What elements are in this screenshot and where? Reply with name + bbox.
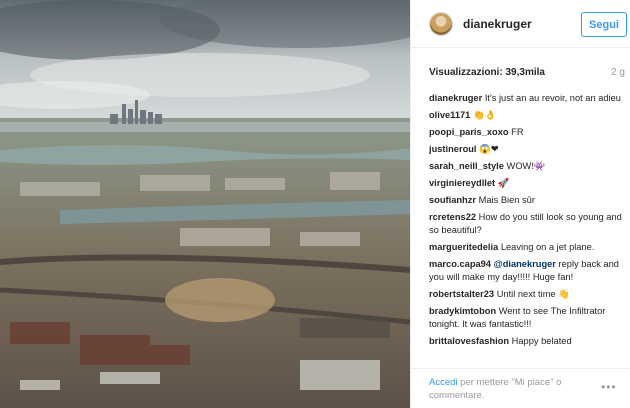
comment-text: FR <box>511 127 524 137</box>
list-item: soufianhzr Mais Bien sûr <box>429 194 625 207</box>
more-options-icon[interactable]: ••• <box>601 381 623 393</box>
comment-text: 😱❤ <box>479 144 499 154</box>
comment-username[interactable]: margueritedelia <box>429 242 498 252</box>
view-count: Visualizzazioni: 39,3mila <box>429 67 545 78</box>
follow-button[interactable]: Segui <box>581 12 627 37</box>
comment-text: Until next time 👋 <box>496 289 570 299</box>
comment-username[interactable]: sarah_neill_style <box>429 161 504 171</box>
comment-username[interactable]: olive1171 <box>429 110 470 120</box>
list-item: bradykimtobon Went to see The Infiltrato… <box>429 305 625 331</box>
comment-username[interactable]: poopi_paris_xoxo <box>429 127 509 137</box>
login-prompt: Accedi per mettere "Mi piace" o commenta… <box>429 376 579 402</box>
post-photo[interactable] <box>0 0 410 408</box>
aerial-city-photo <box>0 0 410 408</box>
comment-username[interactable]: justineroul <box>429 144 477 154</box>
comment-username[interactable]: marco.capa94 <box>429 259 491 269</box>
list-item: dianekruger It's just an au revoir, not … <box>429 92 625 105</box>
comment-username[interactable]: rcretens22 <box>429 212 476 222</box>
comment-username[interactable]: virginiereydllet <box>429 178 495 188</box>
comment-text: WOW!👾 <box>506 161 546 171</box>
post-footer: Accedi per mettere "Mi piace" o commenta… <box>411 368 630 408</box>
list-item: olive1171 👏👌 <box>429 109 625 122</box>
comment-username[interactable]: dianekruger <box>429 93 482 103</box>
list-item: brittalovesfashion Happy belated <box>429 335 625 348</box>
list-item: sarah_neill_style WOW!👾 <box>429 160 625 173</box>
comment-username[interactable]: bradykimtobon <box>429 306 496 316</box>
comment-text: 👏👌 <box>472 110 497 120</box>
username[interactable]: dianekruger <box>463 17 532 31</box>
avatar[interactable] <box>429 12 453 36</box>
comment-text: Happy belated <box>511 336 572 346</box>
comment-text: Leaving on a jet plane. <box>500 242 595 252</box>
list-item: poopi_paris_xoxo FR <box>429 126 625 139</box>
post-time[interactable]: 2 g <box>611 67 625 78</box>
comment-text: Mais Bien sûr <box>478 195 535 205</box>
list-item: justineroul 😱❤ <box>429 143 625 156</box>
login-link[interactable]: Accedi <box>429 377 458 388</box>
post-header: dianekruger Segui <box>411 0 630 48</box>
list-item: robertstalter23 Until next time 👋 <box>429 288 625 301</box>
comment-username[interactable]: brittalovesfashion <box>429 336 509 346</box>
comment-list[interactable]: dianekruger It's just an au revoir, not … <box>429 92 625 368</box>
comment-text: 🚀 <box>497 178 510 188</box>
list-item: marco.capa94 @dianekruger reply back and… <box>429 258 625 284</box>
comment-username[interactable]: soufianhzr <box>429 195 476 205</box>
list-item: margueritedelia Leaving on a jet plane. <box>429 241 625 254</box>
list-item: virginiereydllet 🚀 <box>429 177 625 190</box>
post-side-panel: dianekruger Segui Visualizzazioni: 39,3m… <box>410 0 630 408</box>
comment-text: It's just an au revoir, not an adieu <box>484 93 621 103</box>
list-item: rcretens22 How do you still look so youn… <box>429 211 625 237</box>
post-stats: Visualizzazioni: 39,3mila 2 g <box>429 67 625 78</box>
comment-username[interactable]: robertstalter23 <box>429 289 494 299</box>
comment-mention[interactable]: @dianekruger <box>494 259 556 269</box>
